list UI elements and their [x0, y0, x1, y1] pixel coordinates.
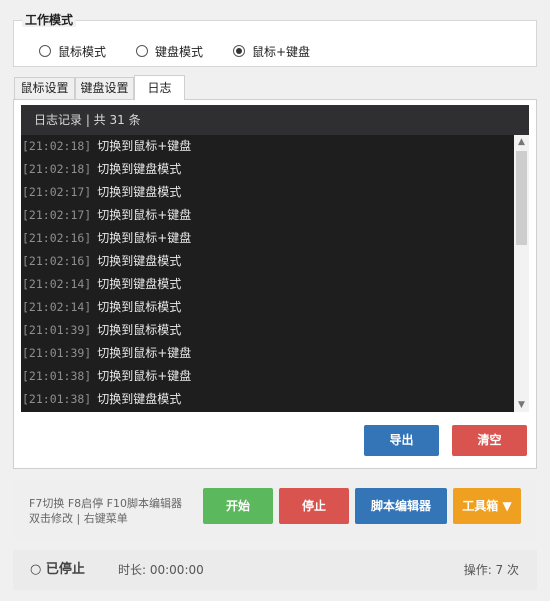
log-entry-time: [21:02:14] [22, 300, 92, 314]
log-lines: [21:02:18] 切换到鼠标+键盘 [21:02:18] 切换到键盘模式 [21:0… [21, 135, 514, 411]
start-button[interactable]: 开始 [203, 488, 273, 524]
log-entry-time: [21:02:17] [22, 185, 92, 199]
clear-button[interactable]: 清空 [452, 425, 527, 456]
log-entry: [21:02:14] 切换到键盘模式 [21, 273, 514, 296]
mode-radio-row: 鼠标模式 键盘模式 鼠标+键盘 [14, 43, 536, 59]
script-editor-button[interactable]: 脚本编辑器 [355, 488, 447, 524]
log-entry: [21:01:38] 切换到键盘模式 [21, 388, 514, 411]
log-entry-time: [21:02:14] [22, 277, 92, 291]
chevron-down-icon[interactable]: ▼ [514, 398, 529, 412]
radio-circle [39, 45, 51, 57]
log-header: 日志记录 | 共 31 条 [21, 105, 529, 135]
radio-label: 鼠标+键盘 [252, 44, 311, 59]
stop-button[interactable]: 停止 [279, 488, 349, 524]
log-entry-message: 切换到键盘模式 [97, 162, 182, 176]
log-entry-message: 切换到鼠标+键盘 [97, 231, 192, 245]
hotkey-hint: F7切换 F8启停 F10脚本编辑器 [29, 497, 182, 510]
log-entry-time: [21:02:18] [22, 139, 92, 153]
radio-circle [136, 45, 148, 57]
radio-circle [233, 45, 245, 57]
log-entry-time: [21:01:39] [22, 323, 92, 337]
chevron-up-icon[interactable]: ▲ [514, 135, 529, 149]
log-entry: [21:02:17] 切换到鼠标+键盘 [21, 204, 514, 227]
log-entry: [21:01:38] 切换到鼠标+键盘 [21, 365, 514, 388]
log-entry-time: [21:02:17] [22, 208, 92, 222]
tab-log[interactable]: 日志 [134, 75, 185, 100]
log-list[interactable]: [21:02:18] 切换到鼠标+键盘 [21:02:18] 切换到键盘模式 [21:0… [21, 135, 529, 412]
log-entry-time: [21:01:38] [22, 392, 92, 406]
tab-keyboard-settings[interactable]: 键盘设置 [75, 77, 134, 99]
log-entry-message: 切换到键盘模式 [97, 185, 182, 199]
log-entry-message: 切换到鼠标模式 [97, 323, 182, 337]
status-operations: 操作: 7 次 [463, 563, 519, 577]
log-entry-message: 切换到鼠标+键盘 [97, 369, 192, 383]
status-duration: 时长: 00:00:00 [118, 563, 204, 577]
usage-hint: 双击修改 | 右键菜单 [29, 512, 128, 525]
log-entry-message: 切换到键盘模式 [97, 277, 182, 291]
log-entry: [21:02:17] 切换到键盘模式 [21, 181, 514, 204]
radio-label: 鼠标模式 [58, 44, 107, 59]
log-entry-message: 切换到鼠标模式 [97, 300, 182, 314]
log-entry-message: 切换到键盘模式 [97, 254, 182, 268]
work-mode-legend: 工作模式 [22, 13, 77, 27]
radio-keyboard-mode[interactable]: 键盘模式 [136, 43, 203, 59]
log-scrollbar[interactable]: ▲ ▼ [514, 135, 529, 412]
log-entry-message: 切换到键盘模式 [97, 392, 182, 406]
status-bar: ○ 已停止 时长: 00:00:00 操作: 7 次 [13, 550, 537, 590]
log-entry: [21:01:39] 切换到鼠标+键盘 [21, 342, 514, 365]
tab-mouse-settings[interactable]: 鼠标设置 [14, 77, 75, 99]
log-entry-message: 切换到鼠标+键盘 [97, 208, 192, 222]
log-entry: [21:02:18] 切换到键盘模式 [21, 158, 514, 181]
log-entry: [21:01:39] 切换到鼠标模式 [21, 319, 514, 342]
log-panel: 日志记录 | 共 31 条 [21:02:18] 切换到鼠标+键盘 [21:02:1… [13, 99, 537, 469]
log-entry-time: [21:01:38] [22, 369, 92, 383]
log-entry-time: [21:01:39] [22, 346, 92, 360]
log-entry-time: [21:02:16] [22, 254, 92, 268]
radio-mouse-keyboard-mode[interactable]: 鼠标+键盘 [233, 43, 310, 59]
log-entry-time: [21:02:18] [22, 162, 92, 176]
radio-label: 键盘模式 [155, 44, 204, 59]
export-button[interactable]: 导出 [364, 425, 439, 456]
control-bar: F7切换 F8启停 F10脚本编辑器 双击修改 | 右键菜单 开始 停止 脚本编… [13, 479, 537, 540]
toolbox-button[interactable]: 工具箱 ▼ [453, 488, 521, 524]
log-entry-message: 切换到鼠标+键盘 [97, 346, 192, 360]
status-state: ○ 已停止 [30, 562, 85, 577]
log-entry: [21:02:16] 切换到键盘模式 [21, 250, 514, 273]
log-entry-message: 切换到鼠标+键盘 [97, 139, 192, 153]
work-mode-group: 工作模式 鼠标模式 键盘模式 鼠标+键盘 [13, 13, 537, 67]
scrollbar-thumb[interactable] [516, 151, 527, 245]
log-entry-time: [21:02:16] [22, 231, 92, 245]
radio-mouse-mode[interactable]: 鼠标模式 [39, 43, 106, 59]
log-entry: [21:02:14] 切换到鼠标模式 [21, 296, 514, 319]
log-entry: [21:02:16] 切换到鼠标+键盘 [21, 227, 514, 250]
log-entry: [21:02:18] 切换到鼠标+键盘 [21, 135, 514, 158]
